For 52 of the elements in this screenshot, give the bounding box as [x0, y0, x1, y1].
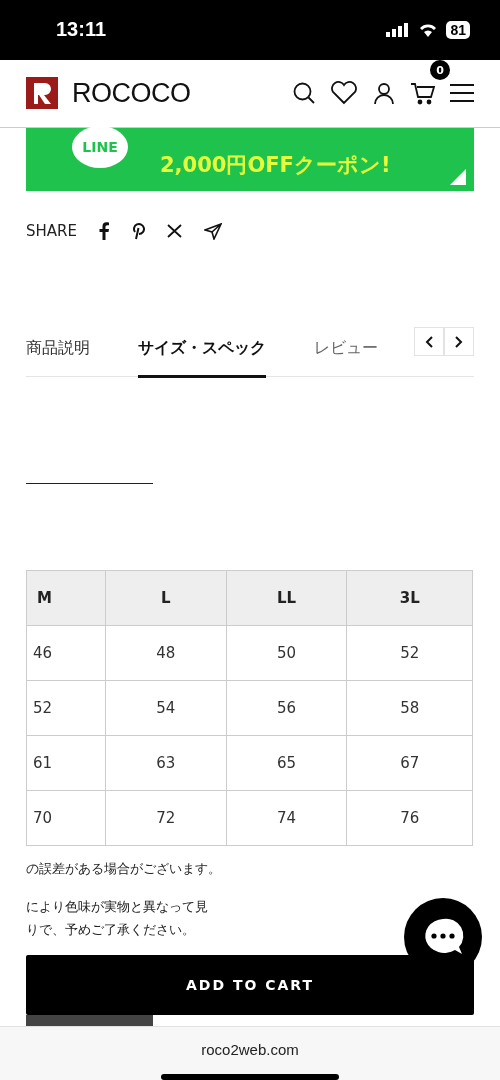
cart-count: 0	[430, 60, 450, 81]
share-label: SHARE	[26, 222, 77, 241]
heart-icon[interactable]	[330, 81, 358, 106]
table-cell: 74	[226, 790, 347, 846]
menu-icon[interactable]	[450, 83, 474, 104]
table-cell: 67	[346, 735, 473, 791]
url-text[interactable]: roco2web.com	[201, 1041, 299, 1058]
table-cell: 54	[105, 680, 227, 736]
tab[interactable]: レビュー	[314, 338, 378, 379]
table-cell: 48	[105, 625, 227, 681]
next-button[interactable]	[444, 327, 474, 357]
table-cell: 46	[26, 625, 106, 681]
column-header: LL	[226, 570, 347, 626]
wifi-icon	[418, 22, 439, 37]
table-cell: 52	[346, 625, 473, 681]
table-cell: 56	[226, 680, 347, 736]
table-cell: 76	[346, 790, 473, 846]
table-cell: 63	[105, 735, 227, 791]
status-time: 13:11	[56, 18, 107, 42]
facebook-icon[interactable]	[98, 222, 109, 241]
pinterest-icon[interactable]	[130, 222, 145, 241]
add-to-cart-button[interactable]: ADD TO CART	[26, 955, 474, 1016]
table-cell: 50	[226, 625, 347, 681]
table-cell: 70	[26, 790, 106, 846]
table-cell: 58	[346, 680, 473, 736]
x-icon[interactable]	[166, 224, 182, 239]
table-cell: 52	[26, 680, 106, 736]
note-text: りで、予めご了承ください。	[26, 921, 195, 940]
chevron-left-icon	[425, 335, 433, 348]
table-cell: 61	[26, 735, 106, 791]
corner-triangle-icon	[450, 169, 466, 186]
tab[interactable]: 商品説明	[26, 338, 90, 379]
previous-button[interactable]	[414, 327, 444, 357]
logo-icon	[26, 77, 58, 110]
user-icon[interactable]	[372, 81, 396, 106]
table-cell: 72	[105, 790, 227, 846]
send-icon[interactable]	[203, 222, 222, 240]
note-text: の誤差がある場合がございます。	[26, 860, 221, 879]
banner-headline: 2,000円OFFクーポン!	[160, 151, 391, 179]
line-badge: LINE	[72, 125, 128, 168]
column-header: M	[26, 570, 106, 626]
column-header: 3L	[346, 570, 473, 626]
cart-icon[interactable]	[410, 81, 436, 106]
tab[interactable]: サイズ・スペック	[138, 338, 266, 379]
battery-level: 81	[446, 20, 470, 39]
note-text: により色味が実物と異なって見	[26, 898, 208, 917]
signal-icon	[386, 22, 411, 37]
table-cell: 65	[226, 735, 347, 791]
column-header: L	[105, 570, 227, 626]
search-icon[interactable]	[292, 81, 316, 106]
brand-name: ROCOCO	[72, 77, 191, 109]
chevron-right-icon	[455, 335, 463, 348]
